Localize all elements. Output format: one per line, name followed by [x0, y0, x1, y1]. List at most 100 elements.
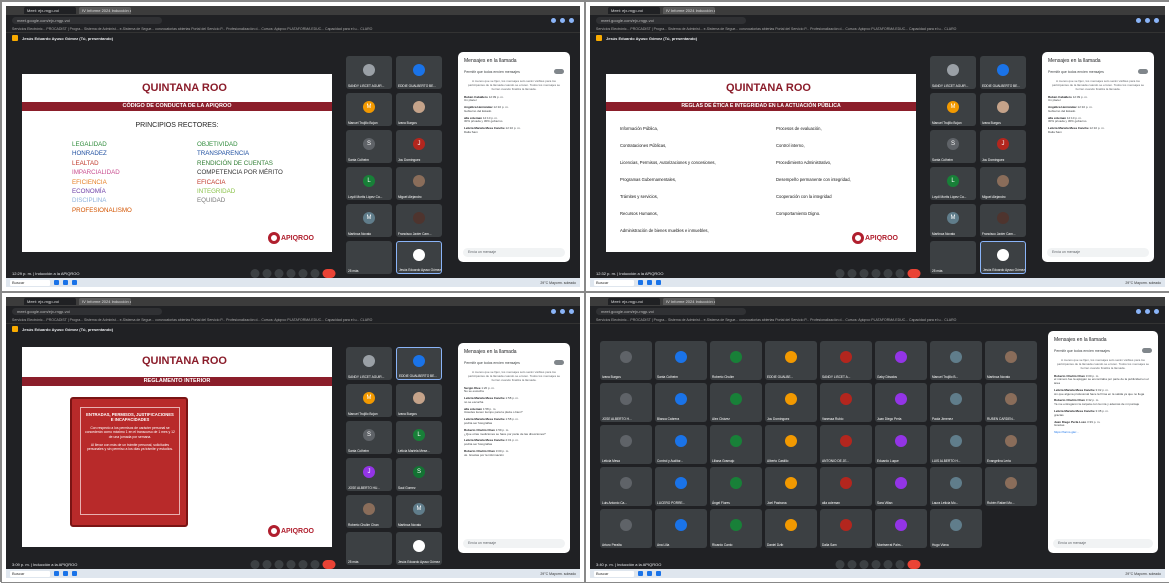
tab-meet[interactable]: Meet: ejx-rngp-voi	[24, 298, 76, 305]
participant-tile[interactable]: S Santa Colheim	[930, 130, 976, 163]
url-field[interactable]: meet.google.com/ejx-rngp-voi	[596, 16, 746, 24]
chat-input[interactable]: Envía un mensaje	[463, 539, 565, 548]
participant-tile[interactable]: M Manuel Trujillo Bojan	[930, 93, 976, 126]
leave-call-button[interactable]	[907, 268, 920, 278]
tab-report[interactable]: IV Informe 2024 Inducción a la	[663, 7, 715, 14]
captions-button[interactable]	[859, 268, 868, 278]
participant-tile[interactable]: Paola Jimenez	[930, 383, 982, 422]
leave-call-button[interactable]	[322, 559, 336, 569]
participant-tile[interactable]: SANDY LISCET AGUIR...	[346, 56, 392, 89]
bookmarks-bar[interactable]: Servicios Electrónic... PROCADIST | Prog…	[590, 316, 1165, 324]
more-button[interactable]	[310, 268, 320, 278]
participant-tile[interactable]: Miguel Alejandro	[396, 167, 442, 200]
hand-button[interactable]	[871, 559, 880, 569]
participant-tile[interactable]: Ivana Burgos	[396, 93, 442, 126]
toggle-switch[interactable]	[1142, 348, 1152, 353]
chat-toggle[interactable]: Permitir que todos envíen mensajes	[1048, 346, 1158, 355]
tab-meet[interactable]: Meet: ejx-rngp-voi	[608, 7, 660, 14]
participant-tile[interactable]: J Jou Domínguez	[396, 130, 442, 163]
participant-tile[interactable]: LUCERO PORRE...	[655, 467, 707, 506]
captions-button[interactable]	[859, 559, 868, 569]
participant-tile[interactable]: JOSE ALBERTO H...	[600, 383, 652, 422]
participant-tile[interactable]: S Santa Colheim	[346, 421, 392, 454]
participant-tile[interactable]: M Martinca Novato	[346, 204, 392, 237]
chat-input[interactable]: Envía un mensaje	[1047, 248, 1149, 257]
participant-tile[interactable]: M Martinca Novato	[396, 495, 442, 528]
participant-tile[interactable]: L Loydi Mortis López Ca...	[930, 167, 976, 200]
participant-tile[interactable]: Rubén Rafael Mo...	[985, 467, 1037, 506]
participant-tile[interactable]: Evangelina Leria	[985, 425, 1037, 464]
participant-tile[interactable]: Montserrat Palm...	[875, 509, 927, 548]
captions-button[interactable]	[274, 268, 284, 278]
participant-tile[interactable]: Ivana Burgos	[600, 341, 652, 380]
participant-tile[interactable]: Control y Auditor...	[655, 425, 707, 464]
app-icon[interactable]	[63, 571, 68, 576]
participant-tile[interactable]: M Martinca Novato	[930, 204, 976, 237]
participant-tile[interactable]: Francisco Javier Cam...	[980, 204, 1026, 237]
app-icon[interactable]	[647, 280, 652, 285]
participant-tile[interactable]: SANDY LISCET AGUIR...	[346, 347, 392, 380]
participant-tile[interactable]: Ivana Burgos	[396, 384, 442, 417]
leave-call-button[interactable]	[322, 268, 336, 278]
participant-tile[interactable]: Blanca Cabrera	[655, 383, 707, 422]
participant-tile[interactable]: Arturo Peralta	[600, 509, 652, 548]
bookmarks-bar[interactable]: Servicios Electrónic... PROCADIST | Prog…	[6, 25, 580, 33]
chat-input[interactable]: Envía un mensaje	[463, 248, 565, 257]
participant-tile[interactable]: Martinca Novato	[985, 341, 1037, 380]
participant-tile[interactable]: Liliana Gramajo	[710, 425, 762, 464]
mic-button[interactable]	[250, 559, 260, 569]
toggle-switch[interactable]	[1138, 69, 1148, 74]
app-icon[interactable]	[638, 571, 643, 576]
camera-button[interactable]	[262, 559, 272, 569]
tab-report[interactable]: IV Informe 2024 Inducción a la	[79, 7, 131, 14]
participant-tile[interactable]: Jou Domínguez	[765, 383, 817, 422]
bookmarks-bar[interactable]: Servicios Electrónic... PROCADIST | Prog…	[590, 25, 1165, 33]
participant-tile[interactable]: Joel Pastrana	[765, 467, 817, 506]
participant-tile[interactable]: alla coleman	[820, 467, 872, 506]
participant-tile[interactable]: Miguel Alejandro	[980, 167, 1026, 200]
participant-tile[interactable]: S Santa Colheim	[346, 130, 392, 163]
tab-meet[interactable]: Meet: ejx-rngp-voi	[24, 7, 76, 14]
camera-button[interactable]	[262, 268, 272, 278]
participant-tile[interactable]: SANDY LISCET A...	[820, 341, 872, 380]
participant-tile[interactable]: EDDIE GUALBERTO BE...	[980, 56, 1026, 89]
leave-call-button[interactable]	[907, 559, 920, 569]
app-icon[interactable]	[647, 571, 652, 576]
present-button[interactable]	[298, 559, 308, 569]
chat-toggle[interactable]: Permitir que todos envíen mensajes	[458, 67, 570, 76]
app-icon[interactable]	[63, 280, 68, 285]
present-button[interactable]	[883, 268, 892, 278]
tab-report[interactable]: IV Informe 2024 Inducción a la	[79, 298, 131, 305]
tab-meet[interactable]: Meet: ejx-rngp-voi	[608, 298, 660, 305]
participant-tile[interactable]: L Leticia Mariela Mese...	[396, 421, 442, 454]
participant-tile[interactable]: M Manuel Trujillo Bojan	[346, 93, 392, 126]
tab-report[interactable]: IV Informe 2024 Inducción a la	[663, 298, 715, 305]
app-icon[interactable]	[54, 280, 59, 285]
participant-tile[interactable]: S Saul Gomez	[396, 458, 442, 491]
participant-tile[interactable]: EDDIE GUALBERTO BE...	[396, 347, 442, 380]
participant-tile[interactable]: Eduardo Luque	[875, 425, 927, 464]
participant-tile[interactable]: SANDY LISCET AGUIR...	[930, 56, 976, 89]
app-icon[interactable]	[72, 571, 77, 576]
url-field[interactable]: meet.google.com/ejx-rngp-voi	[12, 307, 162, 315]
participant-tile[interactable]: Alberto Castillo	[765, 425, 817, 464]
chat-toggle[interactable]: Permitir que todos envíen mensajes	[458, 358, 570, 367]
participant-tile[interactable]: Ana Lilia	[655, 509, 707, 548]
present-button[interactable]	[298, 268, 308, 278]
participant-tile[interactable]: Daniel Dzib	[765, 509, 817, 548]
participant-tile[interactable]: Roberto Chulim Chan	[346, 495, 392, 528]
app-icon[interactable]	[656, 280, 661, 285]
mic-button[interactable]	[835, 559, 844, 569]
url-field[interactable]: meet.google.com/ejx-rngp-voi	[12, 16, 162, 24]
more-button[interactable]	[310, 559, 320, 569]
participant-tile[interactable]: Santa Colheim	[655, 341, 707, 380]
participant-tile[interactable]: J JOSE ALBERTO HU...	[346, 458, 392, 491]
more-button[interactable]	[895, 559, 904, 569]
mic-button[interactable]	[250, 268, 260, 278]
taskbar-search[interactable]: Buscar	[10, 570, 50, 577]
participant-tile[interactable]: RUBEN CARDEN...	[985, 383, 1037, 422]
participant-tile[interactable]: ANTONIO DE JE...	[820, 425, 872, 464]
participant-tile[interactable]: Ivana Burgos	[980, 93, 1026, 126]
participant-tile[interactable]: L Loydi Mortis López Ca...	[346, 167, 392, 200]
chat-link[interactable]: https://forms.gle/...	[1048, 430, 1158, 437]
